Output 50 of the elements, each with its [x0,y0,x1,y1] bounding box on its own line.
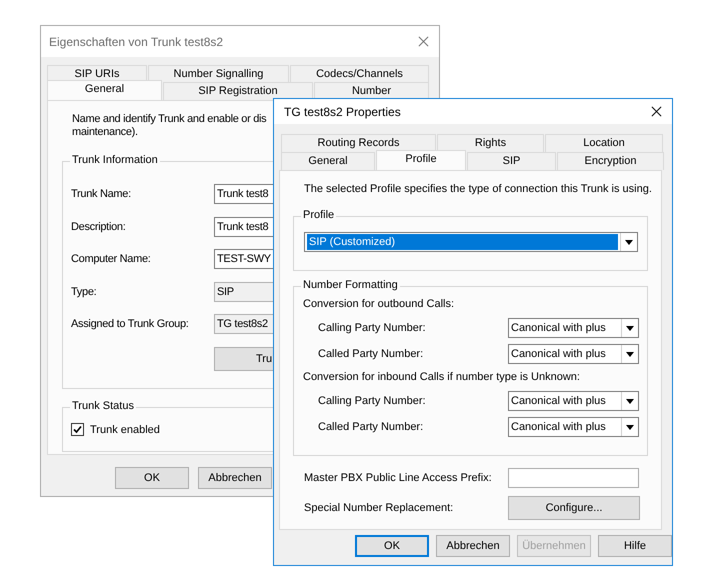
group-title: Profile [301,209,336,221]
tab[interactable]: Rights [437,134,544,152]
group-title: Number Formatting [301,279,400,291]
checkbox-label: Trunk enabled [90,424,160,436]
field-label: Special Number Replacement: [304,502,454,514]
input-field[interactable] [508,468,639,488]
tab[interactable]: Location [545,134,663,152]
dropdown-arrow-icon [626,352,634,356]
field-label: Trunk Name: [71,188,132,200]
tab[interactable]: Profile [376,150,466,170]
field-label: Master PBX Public Line Access Prefix: [304,472,493,484]
dropdown-arrow-icon [626,424,634,430]
field-label: Called Party Number: [318,348,424,360]
group-title: Trunk Status [70,400,136,412]
tab[interactable]: Codecs/Channels [290,65,429,82]
tab[interactable]: Encryption [557,152,664,170]
dropdown-arrow-icon [626,326,634,330]
configure-button[interactable]: Configure... [508,496,640,520]
dropdown-arrow-icon [626,398,634,404]
dialog-button[interactable]: Abbrechen [436,535,510,557]
field-label: Description: [71,220,126,232]
field-label: Type: [71,286,98,298]
description-text: Name and identify Trunk and enable or dis [72,113,266,126]
section-heading: Conversion for inbound Calls if number type is Unknown: [303,370,581,384]
dialog-button[interactable]: Hilfe [598,535,672,557]
description-text: maintenance). [72,126,138,139]
field-label: Calling Party Number: [318,395,427,407]
format-dropdown[interactable]: Canonical with plus [508,318,639,338]
group-title: Trunk Information [70,154,160,166]
tab[interactable]: SIP [467,152,556,170]
format-dropdown[interactable]: Canonical with plus [508,417,639,437]
field-label: Computer Name: [71,253,152,265]
dropdown-arrow-icon [625,240,633,244]
window-title: Eigenschaften von Trunk test8s2 [49,34,224,48]
profile-dropdown[interactable]: SIP (Customized) [304,232,638,252]
field-label: Assigned to Trunk Group: [71,318,190,330]
dialog-button[interactable]: OK [115,467,189,489]
tab[interactable]: General [47,80,162,100]
close-icon[interactable] [651,106,662,117]
dialog-button[interactable]: OK [355,535,429,557]
tab[interactable]: Routing Records [281,134,436,152]
checkbox[interactable] [71,423,84,436]
tab[interactable]: Number Signalling [148,65,289,82]
window-title: TG test8s2 Properties [284,104,401,118]
format-dropdown[interactable]: Canonical with plus [508,391,639,411]
tab[interactable]: General [281,152,375,170]
format-dropdown[interactable]: Canonical with plus [508,344,639,364]
dialog-button[interactable]: Abbrechen [198,467,272,489]
field-label: Called Party Number: [318,421,424,433]
tab[interactable]: SIP Registration [163,82,313,100]
